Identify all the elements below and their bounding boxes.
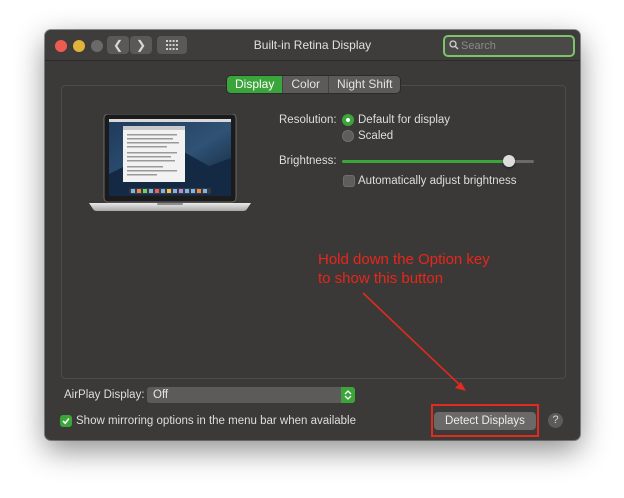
annotation-arrow xyxy=(362,292,466,391)
